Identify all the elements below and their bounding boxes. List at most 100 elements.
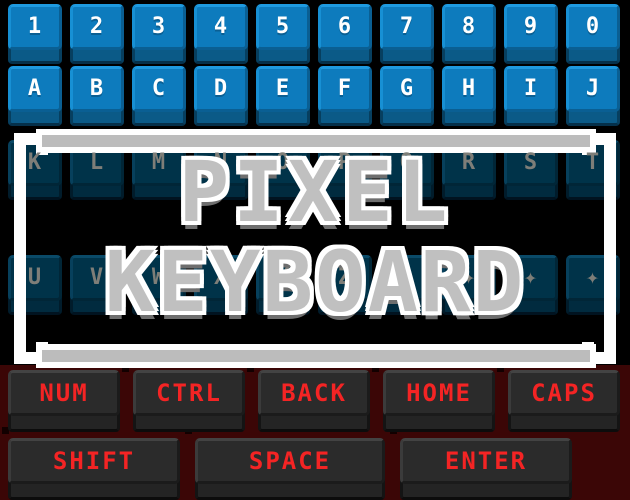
key-diamond-2[interactable]: ✦ bbox=[442, 255, 496, 315]
key-num[interactable]: NUM bbox=[8, 370, 120, 432]
key-1[interactable]: 1 bbox=[8, 4, 62, 64]
top-divider-bar-fill bbox=[42, 135, 590, 147]
key-label: 1 bbox=[27, 14, 43, 39]
key-cap: J bbox=[566, 66, 620, 112]
key-label: Z bbox=[337, 265, 353, 290]
key-z[interactable]: Z bbox=[318, 255, 372, 315]
key-cap: W bbox=[132, 255, 186, 301]
key-9[interactable]: 9 bbox=[504, 4, 558, 64]
key-enter[interactable]: ENTER bbox=[400, 438, 572, 500]
key-label: D bbox=[213, 76, 229, 101]
key-label: 9 bbox=[523, 14, 539, 39]
key-5[interactable]: 5 bbox=[256, 4, 310, 64]
key-cap: CTRL bbox=[133, 370, 245, 416]
key-ctrl[interactable]: CTRL bbox=[133, 370, 245, 432]
key-label: BACK bbox=[281, 379, 347, 407]
key-cap: 8 bbox=[442, 4, 496, 50]
key-w[interactable]: W bbox=[132, 255, 186, 315]
key-caps[interactable]: CAPS bbox=[508, 370, 620, 432]
key-x[interactable]: X bbox=[194, 255, 248, 315]
key-diamond-3[interactable]: ✦ bbox=[504, 255, 558, 315]
key-a[interactable]: A bbox=[8, 66, 62, 126]
key-cap: I bbox=[504, 66, 558, 112]
key-label: SHIFT bbox=[52, 447, 136, 475]
key-label: 3 bbox=[151, 14, 167, 39]
key-label: Y bbox=[275, 265, 291, 290]
key-back[interactable]: BACK bbox=[258, 370, 370, 432]
key-cap: BACK bbox=[258, 370, 370, 416]
key-label: NUM bbox=[39, 379, 89, 407]
key-2[interactable]: 2 bbox=[70, 4, 124, 64]
bottom-divider-bar-fill bbox=[42, 350, 590, 362]
key-j[interactable]: J bbox=[566, 66, 620, 126]
key-label: ✦ bbox=[585, 265, 601, 290]
key-cap: ✦ bbox=[504, 255, 558, 301]
key-v[interactable]: V bbox=[70, 255, 124, 315]
key-cap: G bbox=[380, 66, 434, 112]
key-i[interactable]: I bbox=[504, 66, 558, 126]
key-h[interactable]: H bbox=[442, 66, 496, 126]
key-0[interactable]: 0 bbox=[566, 4, 620, 64]
key-f[interactable]: F bbox=[318, 66, 372, 126]
key-label: 5 bbox=[275, 14, 291, 39]
key-label: ENTER bbox=[444, 447, 528, 475]
key-label: 8 bbox=[461, 14, 477, 39]
key-cap: B bbox=[70, 66, 124, 112]
key-label: 6 bbox=[337, 14, 353, 39]
key-cap: 3 bbox=[132, 4, 186, 50]
key-cap: 4 bbox=[194, 4, 248, 50]
key-label: I bbox=[523, 76, 539, 101]
key-label: W bbox=[151, 265, 167, 290]
key-label: 0 bbox=[585, 14, 601, 39]
key-c[interactable]: C bbox=[132, 66, 186, 126]
key-b[interactable]: B bbox=[70, 66, 124, 126]
key-diamond-1[interactable]: ✦ bbox=[380, 255, 434, 315]
frame-left-rail bbox=[14, 167, 26, 337]
key-cap: Y bbox=[256, 255, 310, 301]
key-label: R bbox=[461, 150, 477, 175]
key-cap: ✦ bbox=[442, 255, 496, 301]
key-cap: ENTER bbox=[400, 438, 572, 484]
key-d[interactable]: D bbox=[194, 66, 248, 126]
key-label: A bbox=[27, 76, 43, 101]
key-e[interactable]: E bbox=[256, 66, 310, 126]
key-8[interactable]: 8 bbox=[442, 4, 496, 64]
key-label: G bbox=[399, 76, 415, 101]
key-6[interactable]: 6 bbox=[318, 4, 372, 64]
key-cap: NUM bbox=[8, 370, 120, 416]
key-label: U bbox=[27, 265, 43, 290]
key-y[interactable]: Y bbox=[256, 255, 310, 315]
key-label: 2 bbox=[89, 14, 105, 39]
key-label: Q bbox=[399, 150, 415, 175]
key-cap: 5 bbox=[256, 4, 310, 50]
key-label: V bbox=[89, 265, 105, 290]
key-cap: 2 bbox=[70, 4, 124, 50]
key-g[interactable]: G bbox=[380, 66, 434, 126]
key-cap: 0 bbox=[566, 4, 620, 50]
key-3[interactable]: 3 bbox=[132, 4, 186, 64]
key-cap: ✦ bbox=[380, 255, 434, 301]
key-cap: SPACE bbox=[195, 438, 385, 484]
key-label: P bbox=[337, 150, 353, 175]
key-shift[interactable]: SHIFT bbox=[8, 438, 180, 500]
pixel-keyboard-scene: 1 2 3 4 5 6 7 8 9 0 A B C D E F G H I J K L M N O P Q R S T U V W X Y Z ✦ ✦ ✦ ✦… bbox=[0, 0, 630, 500]
key-cap: D bbox=[194, 66, 248, 112]
key-cap: C bbox=[132, 66, 186, 112]
key-label: L bbox=[89, 150, 105, 175]
key-4[interactable]: 4 bbox=[194, 4, 248, 64]
key-7[interactable]: 7 bbox=[380, 4, 434, 64]
key-label: F bbox=[337, 76, 353, 101]
key-space[interactable]: SPACE bbox=[195, 438, 385, 500]
key-label: C bbox=[151, 76, 167, 101]
key-home[interactable]: HOME bbox=[383, 370, 495, 432]
key-label: X bbox=[213, 265, 229, 290]
key-label: K bbox=[27, 150, 43, 175]
key-label: CAPS bbox=[531, 379, 597, 407]
key-cap: Z bbox=[318, 255, 372, 301]
key-label: ✦ bbox=[461, 265, 477, 290]
key-label: SPACE bbox=[248, 447, 332, 475]
key-label: 7 bbox=[399, 14, 415, 39]
key-cap: A bbox=[8, 66, 62, 112]
key-cap: 6 bbox=[318, 4, 372, 50]
key-cap: 9 bbox=[504, 4, 558, 50]
